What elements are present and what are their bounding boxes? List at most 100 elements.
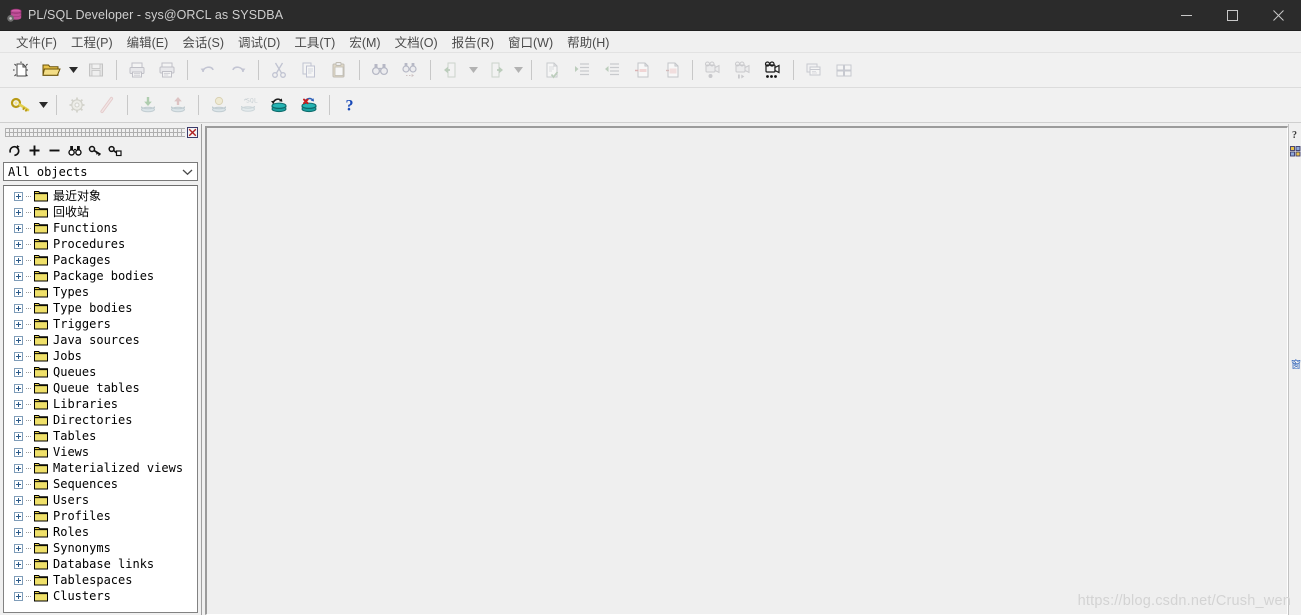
tree-node[interactable]: Roles — [4, 524, 197, 540]
menu-session[interactable]: 会话(S) — [175, 30, 231, 53]
collapse-all-icon[interactable] — [46, 141, 63, 159]
tree-expand-icon[interactable] — [14, 479, 23, 489]
login-dropdown-icon[interactable] — [36, 90, 51, 120]
tree-expand-icon[interactable] — [14, 207, 23, 217]
tree-expand-icon[interactable] — [14, 543, 23, 553]
tree-node[interactable]: Sequences — [4, 476, 197, 492]
tree-node[interactable]: Functions — [4, 220, 197, 236]
execute-database-icon[interactable] — [264, 90, 294, 120]
tree-expand-icon[interactable] — [14, 415, 23, 425]
filter-icon[interactable] — [86, 141, 103, 159]
rollback-database-icon[interactable] — [294, 90, 324, 120]
panel-close-icon[interactable] — [185, 126, 199, 139]
tree-node[interactable]: Packages — [4, 252, 197, 268]
chevron-down-icon[interactable] — [178, 168, 197, 176]
menu-macro[interactable]: 宏(M) — [342, 30, 387, 53]
tree-expand-icon[interactable] — [14, 367, 23, 377]
tree-expand-icon[interactable] — [14, 447, 23, 457]
tree-expand-icon[interactable] — [14, 239, 23, 249]
play-macro-icon[interactable] — [758, 55, 788, 85]
tree-connector — [26, 339, 32, 341]
login-key-icon[interactable] — [6, 90, 36, 120]
menu-project[interactable]: 工程(P) — [64, 30, 120, 53]
menu-file[interactable]: 文件(F) — [9, 30, 64, 53]
help-panel-icon[interactable]: ? — [1289, 126, 1301, 143]
menu-edit[interactable]: 编辑(E) — [120, 30, 176, 53]
tree-expand-icon[interactable] — [14, 431, 23, 441]
tree-expand-icon[interactable] — [14, 463, 23, 473]
tree-node[interactable]: Libraries — [4, 396, 197, 412]
tree-expand-icon[interactable] — [14, 223, 23, 233]
menu-report[interactable]: 报告(R) — [445, 30, 501, 53]
tree-node[interactable]: 回收站 — [4, 204, 197, 220]
open-folder-dropdown-icon[interactable] — [66, 55, 81, 85]
tree-node[interactable]: Tablespaces — [4, 572, 197, 588]
tree-expand-icon[interactable] — [14, 575, 23, 585]
cut-icon — [264, 55, 294, 85]
tree-expand-icon[interactable] — [14, 351, 23, 361]
expand-all-icon[interactable] — [26, 141, 43, 159]
tree-expand-icon[interactable] — [14, 271, 23, 281]
paste-icon — [324, 55, 354, 85]
tree-expand-icon[interactable] — [14, 527, 23, 537]
folder-icon — [34, 542, 48, 554]
refresh-icon[interactable] — [6, 141, 23, 159]
tree-node[interactable]: Users — [4, 492, 197, 508]
tree-connector — [26, 579, 32, 581]
tree-expand-icon[interactable] — [14, 287, 23, 297]
object-options-icon[interactable] — [106, 141, 123, 159]
tree-node[interactable]: Jobs — [4, 348, 197, 364]
tree-node[interactable]: Package bodies — [4, 268, 197, 284]
plsql-developer-window: PL/SQL Developer - sys@ORCL as SYSDBA 文件… — [0, 0, 1301, 615]
menu-document[interactable]: 文档(O) — [388, 30, 445, 53]
tree-expand-icon[interactable] — [14, 255, 23, 265]
tree-expand-icon[interactable] — [14, 511, 23, 521]
tree-expand-icon[interactable] — [14, 319, 23, 329]
tree-node[interactable]: Views — [4, 444, 197, 460]
tree-expand-icon[interactable] — [14, 383, 23, 393]
find-object-icon[interactable] — [66, 141, 83, 159]
menu-help[interactable]: 帮助(H) — [560, 30, 616, 53]
tree-node[interactable]: Directories — [4, 412, 197, 428]
tree-node[interactable]: Profiles — [4, 508, 197, 524]
object-filter-combo[interactable]: All objects — [3, 162, 198, 181]
tree-node[interactable]: Java sources — [4, 332, 197, 348]
mdi-work-area[interactable] — [205, 126, 1288, 615]
window-list-panel-icon[interactable]: 窗 — [1289, 355, 1301, 373]
tree-node[interactable]: Queues — [4, 364, 197, 380]
tree-node[interactable]: Triggers — [4, 316, 197, 332]
tree-expand-icon[interactable] — [14, 559, 23, 569]
tree-node[interactable]: Synonyms — [4, 540, 197, 556]
object-tree[interactable]: 最近对象 回收站 Functions Procedures Packages Packag… — [3, 185, 198, 613]
tree-node[interactable]: Procedures — [4, 236, 197, 252]
tree-expand-icon[interactable] — [14, 591, 23, 601]
close-button[interactable] — [1255, 0, 1301, 31]
tree-connector — [26, 467, 32, 469]
tree-node[interactable]: Tables — [4, 428, 197, 444]
tree-node[interactable]: Queue tables — [4, 380, 197, 396]
tree-expand-icon[interactable] — [14, 303, 23, 313]
tree-expand-icon[interactable] — [14, 191, 23, 201]
tree-node[interactable]: Clusters — [4, 588, 197, 604]
menu-tools[interactable]: 工具(T) — [287, 30, 342, 53]
tree-node[interactable]: Materialized views — [4, 460, 197, 476]
panel-drag-grip[interactable] — [2, 126, 199, 139]
templates-panel-icon[interactable] — [1289, 143, 1301, 160]
tree-node[interactable]: Types — [4, 284, 197, 300]
tree-expand-icon[interactable] — [14, 335, 23, 345]
menu-window[interactable]: 窗口(W) — [501, 30, 560, 53]
tree-node-label: Users — [53, 493, 90, 507]
maximize-button[interactable] — [1209, 0, 1255, 31]
svg-text:SQL: SQL — [246, 97, 258, 105]
open-folder-icon[interactable] — [36, 55, 66, 85]
menu-debug[interactable]: 调试(D) — [231, 30, 287, 53]
tree-node[interactable]: Type bodies — [4, 300, 197, 316]
minimize-button[interactable] — [1163, 0, 1209, 31]
tree-expand-icon[interactable] — [14, 495, 23, 505]
tree-connector — [26, 243, 32, 245]
tree-expand-icon[interactable] — [14, 399, 23, 409]
help-question-icon[interactable]: ? — [335, 90, 365, 120]
new-document-icon[interactable] — [6, 55, 36, 85]
tree-node[interactable]: 最近对象 — [4, 188, 197, 204]
tree-node[interactable]: Database links — [4, 556, 197, 572]
